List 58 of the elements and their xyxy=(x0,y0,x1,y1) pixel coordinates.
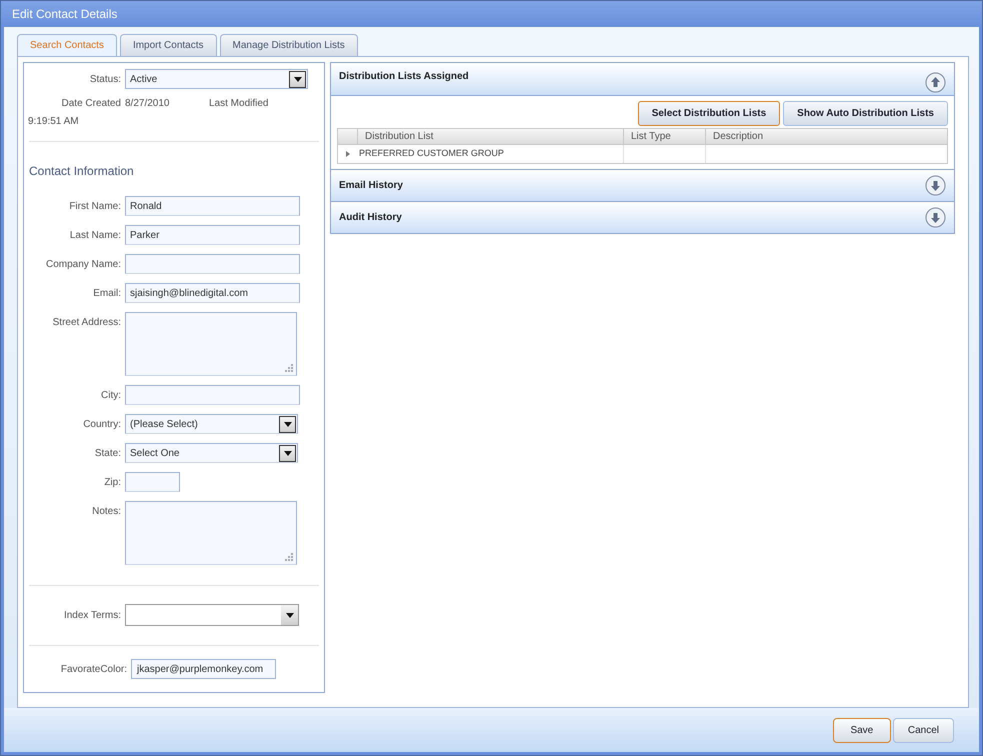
field-label: Country: xyxy=(82,418,122,432)
section-title: Audit History xyxy=(339,211,402,225)
resize-grip-icon xyxy=(284,363,293,372)
section-header[interactable]: Audit History xyxy=(331,202,954,234)
dropdown-button[interactable] xyxy=(289,70,306,88)
field-label: Email: xyxy=(92,287,122,301)
caret-icon xyxy=(286,612,294,618)
dropdown-button[interactable] xyxy=(279,444,296,462)
tab[interactable]: Import Contacts xyxy=(120,34,217,56)
section-heading: Contact Information xyxy=(29,163,135,180)
section-header[interactable]: Distribution Lists Assigned xyxy=(331,63,954,96)
field-label: Street Address: xyxy=(52,316,122,330)
caret-icon xyxy=(284,450,292,456)
caret-icon xyxy=(284,422,292,426)
date-value: 8/27/2010 xyxy=(125,97,170,111)
field-label: Notes: xyxy=(91,505,122,519)
field-label: Company Name: xyxy=(44,258,122,272)
field-label: Index Terms: xyxy=(62,608,122,622)
text-field[interactable]: sjaisingh@blinedigital.com xyxy=(125,283,300,303)
field-label: FavorateColor: xyxy=(60,662,128,676)
table-cell: PREFERRED CUSTOMER GROUP xyxy=(358,145,624,163)
field-label: State: xyxy=(94,447,122,461)
action-button[interactable]: Select Distribution Lists xyxy=(638,101,780,126)
resize-grip-icon xyxy=(284,552,293,561)
field-label: Last Name: xyxy=(68,229,122,243)
text-field[interactable] xyxy=(125,472,180,492)
dialog-button[interactable]: Cancel xyxy=(892,718,954,742)
caret-icon xyxy=(294,76,302,82)
table-row[interactable]: PREFERRED CUSTOMER GROUP xyxy=(338,145,947,163)
column-header[interactable]: List Type xyxy=(624,129,706,144)
text-field[interactable] xyxy=(125,385,300,405)
field-label: Zip: xyxy=(103,476,122,490)
column-header[interactable]: Description xyxy=(706,129,947,144)
dropdown-button[interactable] xyxy=(279,416,296,432)
field-label: Status: xyxy=(88,72,122,86)
section-title: Email History xyxy=(339,179,403,193)
section-title: Distribution Lists Assigned xyxy=(339,70,469,84)
text-field[interactable]: Ronald xyxy=(125,196,300,216)
dropdown-button[interactable] xyxy=(281,605,298,625)
text-field[interactable]: jkasper@purplemonkey.com xyxy=(131,659,276,679)
field-label: Last Modified xyxy=(209,97,268,111)
text-field[interactable] xyxy=(125,254,300,274)
field-label: Date Created xyxy=(60,97,122,111)
dropdown-field[interactable]: Active xyxy=(125,69,308,89)
section-header[interactable]: Email History xyxy=(331,170,954,202)
text-field[interactable]: Parker xyxy=(125,225,300,245)
dialog-button[interactable]: Save xyxy=(832,718,891,742)
dropdown-field[interactable]: (Please Select) xyxy=(125,414,298,434)
tab[interactable]: Manage Distribution Lists xyxy=(220,34,358,56)
dropdown-field[interactable]: Select One xyxy=(125,443,298,463)
window-title: Edit Contact Details xyxy=(1,1,982,27)
field-label: City: xyxy=(100,389,122,403)
time-value: 9:19:51 AM xyxy=(27,115,80,129)
column-header[interactable]: Distribution List xyxy=(358,129,624,144)
field-label: First Name: xyxy=(68,200,122,214)
dropdown-field[interactable] xyxy=(125,604,299,626)
action-button[interactable]: Show Auto Distribution Lists xyxy=(783,101,948,126)
row-arrow-icon xyxy=(346,151,350,157)
